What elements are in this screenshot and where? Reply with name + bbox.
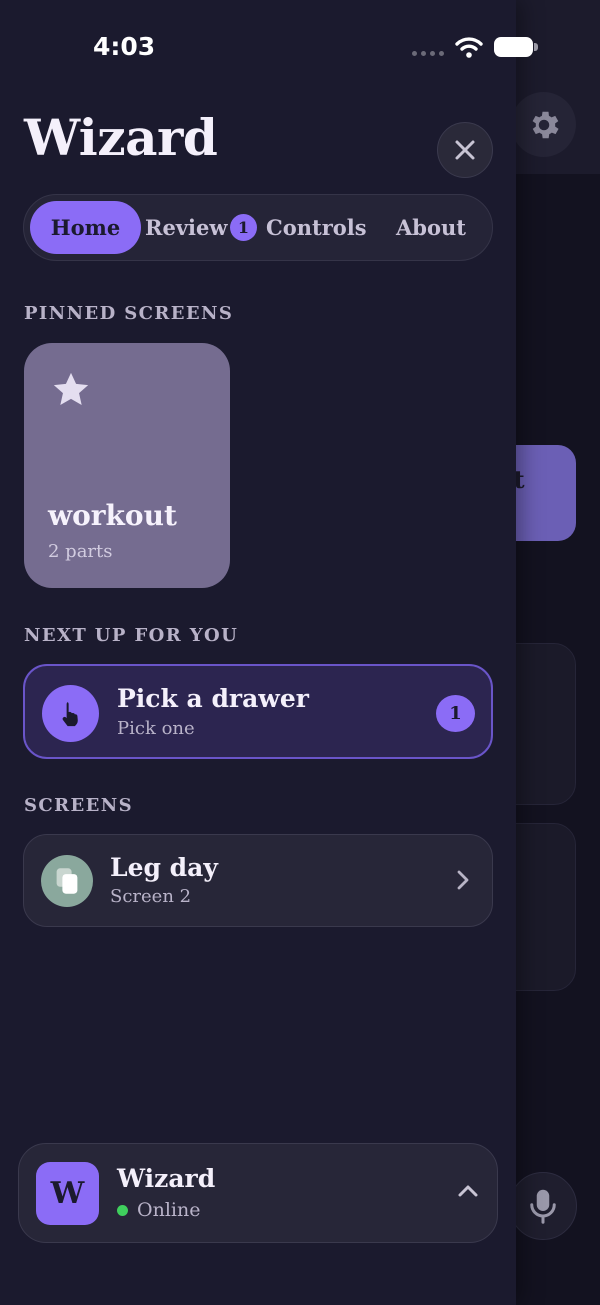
close-button[interactable] [437, 122, 493, 178]
next-up-subtitle: Pick one [117, 718, 195, 739]
app-logo: W [36, 1162, 99, 1225]
status-time: 4:03 [93, 32, 156, 61]
review-count-badge: 1 [230, 214, 257, 241]
status-icons [412, 34, 538, 60]
next-up-heading: NEXT UP FOR YOU [24, 625, 239, 646]
app-switcher[interactable]: W Wizard Online [18, 1143, 498, 1243]
app-status-text: Online [137, 1199, 201, 1221]
screen-subtitle: Screen 2 [110, 886, 192, 907]
battery-icon [494, 36, 538, 58]
gear-icon [532, 111, 559, 138]
online-indicator [117, 1204, 128, 1216]
tab-about[interactable]: About [396, 201, 466, 254]
app-status: Online [117, 1199, 200, 1221]
settings-button[interactable] [511, 92, 576, 157]
tab-review[interactable]: Review [145, 201, 227, 254]
next-up-item[interactable]: Pick a drawer Pick one 1 [23, 664, 493, 759]
screen-icon-circle [41, 855, 93, 907]
pointing-hand-icon [62, 701, 78, 726]
star-icon [53, 372, 89, 406]
tab-controls[interactable]: Controls [266, 201, 367, 254]
chevron-up-icon [458, 1185, 478, 1197]
screen-list-item[interactable]: Leg day Screen 2 [23, 834, 493, 927]
tab-home[interactable]: Home [30, 201, 141, 254]
microphone-icon [530, 1189, 556, 1224]
pinned-screen-name: workout [48, 499, 177, 532]
microphone-button[interactable] [509, 1172, 577, 1240]
chevron-right-icon [457, 870, 469, 890]
tab-bar: Home Review 1 Controls About [23, 194, 493, 261]
next-up-count-badge: 1 [436, 695, 475, 732]
pinned-screen-card[interactable]: workout 2 parts [24, 343, 230, 588]
wifi-icon [455, 37, 483, 58]
screen-title: Leg day [110, 853, 218, 882]
navigation-drawer: Wizard Home Review 1 Controls About PINN… [0, 0, 516, 1305]
pinned-screen-parts: 2 parts [48, 541, 113, 562]
cellular-signal-icon [412, 50, 444, 56]
pinned-screens-heading: PINNED SCREENS [24, 303, 234, 324]
close-icon [455, 140, 475, 160]
next-up-title: Pick a drawer [117, 684, 309, 713]
copy-icon [56, 868, 78, 894]
next-up-icon-circle [42, 685, 99, 742]
drawer-title: Wizard [24, 108, 218, 167]
app-name: Wizard [117, 1164, 216, 1193]
screens-heading: SCREENS [24, 795, 133, 816]
